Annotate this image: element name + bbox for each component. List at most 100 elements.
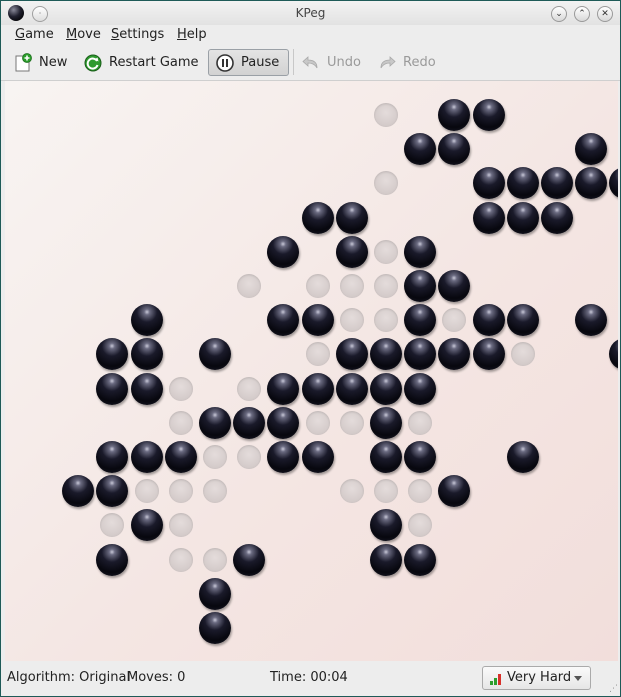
- restart-game-button[interactable]: Restart Game: [83, 49, 199, 76]
- peg[interactable]: [438, 99, 471, 131]
- empty-hole[interactable]: [305, 274, 330, 298]
- empty-hole[interactable]: [510, 342, 535, 367]
- close-button[interactable]: ✕: [597, 6, 613, 22]
- empty-hole[interactable]: [203, 445, 227, 469]
- empty-hole[interactable]: [168, 410, 193, 435]
- peg[interactable]: [575, 304, 608, 337]
- menu-help[interactable]: Help: [177, 27, 207, 42]
- peg[interactable]: [62, 475, 95, 508]
- redo-button[interactable]: Redo: [377, 49, 436, 76]
- resize-grip[interactable]: ⋰: [609, 684, 618, 694]
- peg[interactable]: [472, 99, 505, 131]
- peg[interactable]: [438, 338, 471, 371]
- empty-hole[interactable]: [168, 513, 193, 538]
- peg[interactable]: [575, 133, 608, 166]
- empty-hole[interactable]: [237, 274, 262, 298]
- menu-settings[interactable]: Settings: [111, 27, 164, 42]
- peg[interactable]: [130, 304, 163, 337]
- peg[interactable]: [506, 201, 539, 234]
- peg[interactable]: [404, 235, 437, 268]
- new-button[interactable]: New: [13, 49, 67, 76]
- peg[interactable]: [267, 406, 300, 439]
- peg[interactable]: [130, 509, 163, 542]
- peg[interactable]: [301, 304, 334, 337]
- peg[interactable]: [472, 201, 505, 234]
- empty-hole[interactable]: [374, 479, 398, 504]
- empty-hole[interactable]: [203, 479, 227, 504]
- peg[interactable]: [541, 201, 573, 234]
- empty-hole[interactable]: [168, 479, 193, 504]
- empty-hole[interactable]: [374, 274, 398, 298]
- peg[interactable]: [301, 201, 334, 234]
- peg[interactable]: [233, 543, 266, 576]
- peg[interactable]: [96, 543, 129, 576]
- empty-hole[interactable]: [305, 410, 330, 435]
- peg[interactable]: [199, 406, 231, 439]
- peg[interactable]: [335, 235, 368, 268]
- peg[interactable]: [370, 543, 402, 576]
- peg[interactable]: [404, 133, 437, 166]
- peg[interactable]: [130, 372, 163, 405]
- difficulty-select[interactable]: Very Hard: [482, 666, 591, 690]
- peg[interactable]: [267, 372, 300, 405]
- menu-game[interactable]: Game: [15, 27, 54, 42]
- empty-hole[interactable]: [339, 308, 364, 333]
- peg[interactable]: [199, 338, 231, 371]
- peg-board[interactable]: [5, 81, 618, 661]
- empty-hole[interactable]: [339, 410, 364, 435]
- peg[interactable]: [438, 270, 471, 302]
- peg[interactable]: [472, 338, 505, 371]
- peg[interactable]: [472, 304, 505, 337]
- peg[interactable]: [404, 441, 437, 473]
- peg[interactable]: [438, 133, 471, 166]
- peg[interactable]: [335, 338, 368, 371]
- peg[interactable]: [233, 406, 266, 439]
- maximize-button[interactable]: ⌃: [574, 6, 590, 22]
- empty-hole[interactable]: [237, 376, 262, 401]
- peg[interactable]: [506, 304, 539, 337]
- empty-hole[interactable]: [442, 308, 467, 333]
- peg[interactable]: [199, 577, 231, 610]
- peg[interactable]: [199, 612, 231, 644]
- peg[interactable]: [370, 338, 402, 371]
- empty-hole[interactable]: [134, 479, 159, 504]
- empty-hole[interactable]: [237, 445, 262, 469]
- peg[interactable]: [301, 372, 334, 405]
- empty-hole[interactable]: [168, 376, 193, 401]
- empty-hole[interactable]: [374, 171, 398, 196]
- peg[interactable]: [404, 304, 437, 337]
- peg[interactable]: [370, 441, 402, 473]
- peg[interactable]: [404, 372, 437, 405]
- peg[interactable]: [130, 338, 163, 371]
- peg[interactable]: [506, 167, 539, 200]
- peg[interactable]: [267, 441, 300, 473]
- peg[interactable]: [96, 441, 129, 473]
- empty-hole[interactable]: [100, 513, 125, 538]
- empty-hole[interactable]: [374, 308, 398, 333]
- empty-hole[interactable]: [408, 479, 433, 504]
- empty-hole[interactable]: [374, 103, 398, 127]
- pause-button[interactable]: Pause: [208, 49, 289, 76]
- peg[interactable]: [267, 235, 300, 268]
- empty-hole[interactable]: [339, 274, 364, 298]
- peg[interactable]: [370, 406, 402, 439]
- peg[interactable]: [96, 475, 129, 508]
- empty-hole[interactable]: [339, 479, 364, 504]
- peg[interactable]: [335, 372, 368, 405]
- peg[interactable]: [370, 509, 402, 542]
- peg[interactable]: [164, 441, 197, 473]
- menu-move[interactable]: Move: [66, 27, 101, 42]
- minimize-button[interactable]: ⌄: [551, 6, 567, 22]
- peg[interactable]: [96, 372, 129, 405]
- peg[interactable]: [575, 167, 608, 200]
- peg[interactable]: [609, 167, 618, 200]
- peg[interactable]: [404, 338, 437, 371]
- empty-hole[interactable]: [408, 513, 433, 538]
- peg[interactable]: [609, 338, 618, 371]
- peg[interactable]: [438, 475, 471, 508]
- undo-button[interactable]: Undo: [301, 49, 361, 76]
- empty-hole[interactable]: [374, 239, 398, 264]
- empty-hole[interactable]: [408, 410, 433, 435]
- empty-hole[interactable]: [168, 547, 193, 572]
- peg[interactable]: [370, 372, 402, 405]
